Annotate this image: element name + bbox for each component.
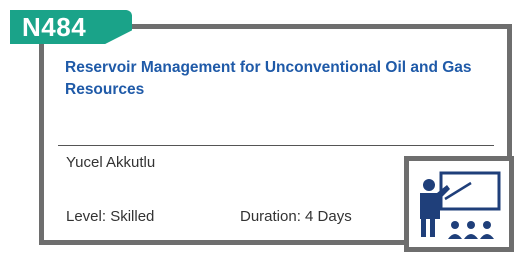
training-icon-box — [404, 156, 514, 252]
course-duration: Duration: 4 Days — [240, 208, 352, 225]
course-title[interactable]: Reservoir Management for Unconventional … — [65, 57, 495, 101]
divider — [58, 145, 494, 146]
course-level: Level: Skilled — [66, 208, 155, 225]
course-code: N484 — [22, 12, 87, 42]
instructor-name: Yucel Akkutlu — [66, 154, 156, 171]
presentation-trainer-icon — [420, 171, 501, 239]
